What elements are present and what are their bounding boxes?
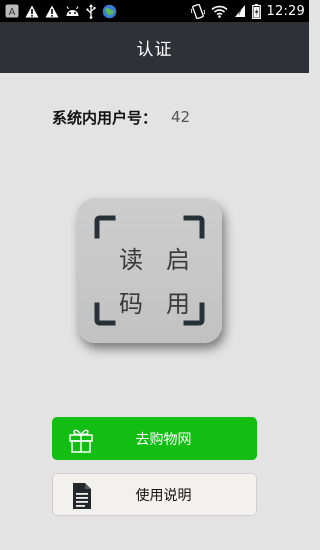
battery-icon	[251, 3, 261, 19]
title-bar: 认证	[0, 22, 309, 73]
status-bar: A ? 12:29	[0, 0, 309, 22]
user-number-row: 系统内用户号： 42	[52, 106, 190, 128]
user-number-value: 42	[171, 108, 191, 126]
status-time: 12:29	[266, 3, 305, 19]
instructions-button[interactable]: 使用说明	[52, 473, 257, 516]
status-bar-system: ? 12:29	[190, 3, 305, 19]
status-bar-notifications: A	[5, 3, 117, 19]
go-shopping-button[interactable]: 去购物网	[52, 417, 257, 460]
vibrate-icon	[190, 3, 205, 19]
svg-text:A: A	[9, 7, 16, 18]
a-notification-icon: A	[5, 3, 19, 19]
wifi-icon	[210, 3, 228, 19]
document-icon	[67, 481, 97, 511]
warning-icon	[25, 3, 39, 19]
signal-icon: ?	[234, 3, 246, 19]
scan-code-button[interactable]: 读 启 码 用	[77, 198, 222, 343]
gift-icon	[66, 424, 96, 454]
scan-frame-icon	[94, 215, 205, 326]
scan-char-start: 启	[166, 246, 190, 274]
globe-icon	[102, 3, 117, 19]
scan-char-read: 读	[119, 246, 143, 274]
usb-icon	[86, 3, 96, 19]
svg-text:?: ?	[237, 9, 241, 17]
user-number-label: 系统内用户号：	[52, 108, 158, 127]
page-title: 认证	[136, 40, 173, 60]
android-icon	[65, 3, 80, 19]
warning-icon	[45, 3, 59, 19]
scan-char-code: 码	[119, 290, 143, 318]
scan-char-use: 用	[166, 290, 190, 318]
